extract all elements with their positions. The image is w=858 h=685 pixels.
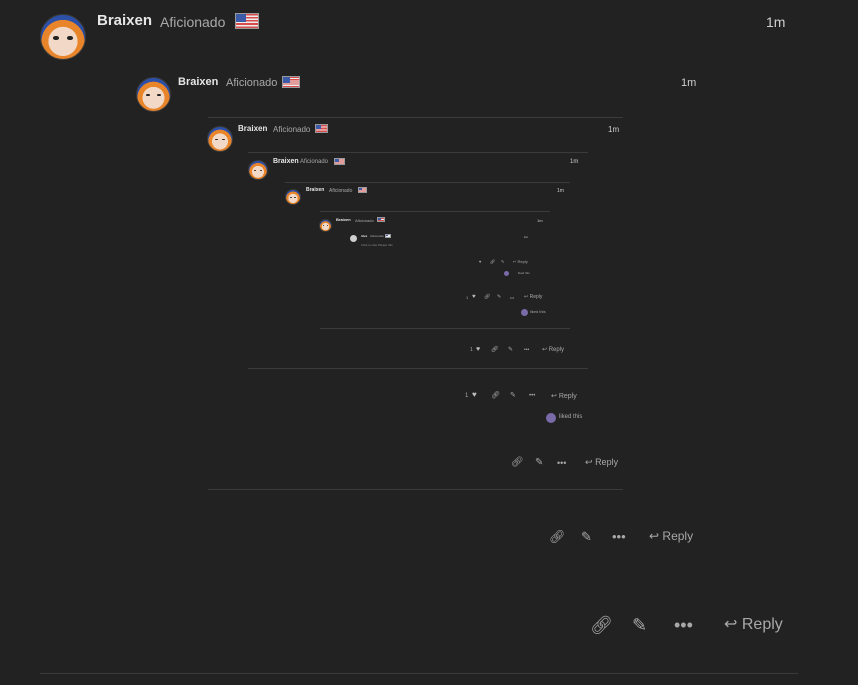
reply-arrow-icon: ↩: [551, 393, 557, 400]
heart-icon[interactable]: ♥: [472, 391, 477, 399]
username[interactable]: Alex: [361, 234, 367, 238]
user-title: Aficionado: [329, 188, 353, 194]
post-divider: [208, 489, 623, 490]
user-avatar[interactable]: [207, 126, 233, 152]
user-avatar[interactable]: [136, 77, 171, 112]
post-date[interactable]: 1m: [608, 125, 619, 134]
user-title: Aficionado: [226, 77, 278, 89]
post-date[interactable]: 1m: [557, 188, 564, 194]
ellipsis-icon[interactable]: •••: [524, 348, 529, 353]
liker-avatar[interactable]: [504, 271, 509, 276]
link-icon[interactable]: 🔗︎: [484, 295, 490, 300]
us-flag-icon: [377, 217, 385, 222]
reply-label: Reply: [548, 347, 565, 353]
post-divider: [248, 152, 588, 153]
user-avatar[interactable]: [319, 219, 332, 232]
heart-icon[interactable]: ♥: [472, 294, 476, 300]
heart-icon[interactable]: ♥: [476, 346, 480, 353]
us-flag-icon: [334, 158, 345, 165]
pencil-icon[interactable]: ✎: [632, 616, 647, 634]
pencil-icon[interactable]: ✎: [501, 260, 504, 264]
link-icon[interactable]: 🔗︎: [490, 260, 495, 264]
like-count: 1: [466, 295, 469, 300]
us-flag-icon: [358, 187, 367, 193]
reply-button[interactable]: ↩ Reply: [542, 347, 564, 353]
post-divider: [320, 328, 570, 329]
pencil-icon[interactable]: ✎: [581, 530, 592, 543]
link-icon[interactable]: 🔗︎: [511, 458, 524, 468]
user-title: Aficionado: [160, 14, 226, 30]
post-divider: [248, 368, 588, 369]
pencil-icon[interactable]: ✎: [535, 458, 543, 468]
ellipsis-icon[interactable]: •••: [510, 296, 514, 300]
us-flag-icon: [282, 76, 300, 88]
like-count: 1: [470, 347, 473, 353]
reply-arrow-icon: ↩: [585, 457, 593, 467]
liker-avatar[interactable]: [521, 309, 528, 316]
reply-arrow-icon: ↩: [542, 347, 548, 353]
reply-button[interactable]: ↩ Reply: [724, 617, 783, 633]
username[interactable]: Braixen: [178, 76, 218, 88]
username[interactable]: Braixen: [238, 124, 267, 133]
ellipsis-icon[interactable]: •••: [674, 616, 693, 634]
ellipsis-icon[interactable]: •••: [529, 393, 535, 399]
user-title: Aficionado: [300, 159, 329, 165]
reply-label: Reply: [529, 294, 543, 300]
post-divider: [40, 673, 798, 674]
reply-arrow-icon: ↩: [524, 294, 529, 300]
pencil-icon[interactable]: ✎: [497, 295, 501, 300]
user-avatar[interactable]: [285, 189, 301, 205]
pencil-icon[interactable]: ✎: [508, 347, 513, 353]
user-title: Aficionado: [355, 218, 374, 223]
reply-arrow-icon: ↩: [724, 616, 738, 633]
username[interactable]: Braixen: [273, 158, 299, 165]
reply-button[interactable]: ↩ Reply: [524, 295, 542, 300]
heart-icon[interactable]: ♥: [479, 260, 481, 264]
reply-label: Reply: [517, 259, 528, 264]
username[interactable]: Braixen: [336, 217, 351, 222]
pencil-icon[interactable]: ✎: [510, 392, 516, 399]
reply-label: Reply: [558, 393, 577, 400]
liked-this-text: liked this: [559, 414, 583, 420]
post-date[interactable]: 1m: [537, 218, 543, 223]
user-avatar[interactable]: [248, 160, 268, 180]
username[interactable]: Braixen: [306, 187, 324, 193]
like-count: 1: [465, 393, 469, 399]
reply-arrow-icon: ↩: [513, 259, 517, 264]
us-flag-icon: [385, 234, 391, 238]
post-date[interactable]: 1m: [681, 77, 696, 89]
us-flag-icon: [235, 13, 259, 29]
ellipsis-icon[interactable]: •••: [612, 530, 626, 543]
reply-label: Reply: [595, 457, 619, 467]
ellipsis-icon[interactable]: •••: [557, 459, 566, 468]
liked-this-text: liked this: [530, 309, 546, 314]
user-title: Aficionado: [273, 125, 311, 134]
reply-label: Reply: [662, 529, 694, 543]
link-icon[interactable]: 🔗︎: [491, 347, 499, 353]
reply-label: Reply: [741, 616, 783, 633]
user-title: Aficionado: [370, 234, 385, 238]
liker-avatar[interactable]: [546, 413, 556, 423]
liked-this-text: liked this: [518, 271, 530, 275]
reply-button[interactable]: ↩ Reply: [513, 260, 528, 264]
link-icon[interactable]: 🔗︎: [491, 392, 500, 399]
post-divider: [285, 182, 570, 183]
post-date[interactable]: 1m: [766, 14, 785, 30]
user-avatar[interactable]: [350, 235, 357, 242]
post-text: Click to Like Please this: [361, 243, 393, 247]
post-date[interactable]: 1m: [570, 159, 578, 165]
user-avatar[interactable]: [40, 14, 86, 60]
username[interactable]: Braixen: [97, 12, 152, 29]
link-icon[interactable]: 🔗︎: [549, 530, 566, 543]
post-date[interactable]: 1m: [524, 235, 528, 239]
us-flag-icon: [315, 124, 328, 133]
reply-button[interactable]: ↩ Reply: [649, 530, 693, 542]
reply-button[interactable]: ↩ Reply: [551, 393, 577, 400]
reply-button[interactable]: ↩ Reply: [585, 458, 618, 467]
reply-arrow-icon: ↩: [649, 529, 660, 543]
post-divider: [208, 117, 623, 118]
link-icon[interactable]: 🔗︎: [590, 616, 613, 634]
post-divider: [320, 211, 550, 212]
